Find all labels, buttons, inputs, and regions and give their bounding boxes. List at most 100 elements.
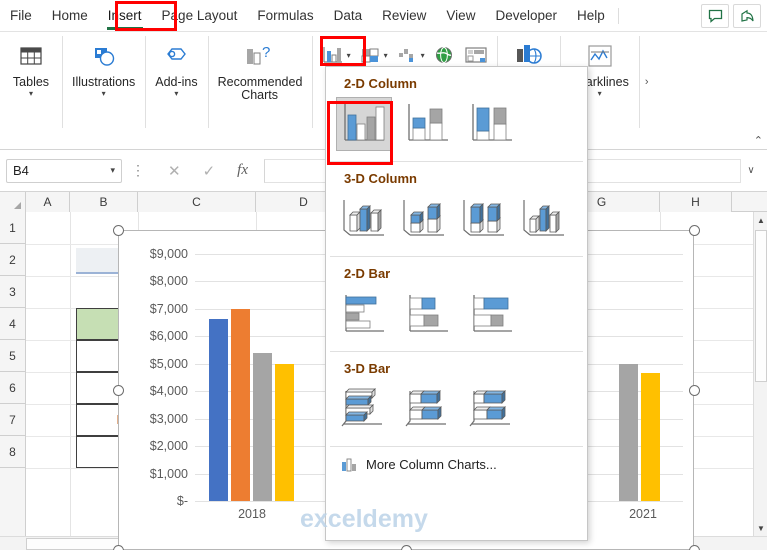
ribbon-group-addins: Add-ins ▾ (145, 32, 207, 144)
vertical-scrollbar[interactable]: ▲ ▼ (753, 212, 767, 536)
chevron-down-icon[interactable]: ▾ (29, 89, 33, 98)
share-icon[interactable] (733, 3, 761, 28)
vertical-scroll-thumb[interactable] (755, 230, 767, 382)
chevron-down-icon[interactable]: ▾ (384, 51, 388, 60)
column-header-b[interactable]: B (70, 192, 138, 212)
tables-button[interactable]: Tables ▾ (6, 36, 56, 101)
gallery-section-3d-column-title: 3-D Column (344, 171, 417, 186)
column-chart-icon (342, 458, 356, 472)
row-header-5[interactable]: 5 (0, 340, 25, 372)
insert-function-icon[interactable]: fx (237, 162, 248, 179)
charts-button-row: ▾ ▾ ▾ (318, 36, 491, 70)
waterfall-chart-icon (394, 43, 420, 67)
ribbon-group-illustrations: Illustrations ▾ (62, 32, 145, 144)
row-header-4[interactable]: 4 (0, 308, 25, 340)
ytick-6000: $6,000 (149, 329, 188, 344)
ytick-4000: $4,000 (149, 384, 188, 399)
pivotchart-icon (463, 43, 489, 67)
tabbar-divider (617, 7, 619, 24)
bar-2018-series3 (253, 352, 272, 501)
gallery-item-3d-100-stacked-column[interactable] (456, 192, 512, 246)
gallery-item-stacked-column[interactable] (400, 97, 456, 151)
tab-help[interactable]: Help (568, 2, 614, 30)
tab-formulas[interactable]: Formulas (248, 2, 322, 30)
tab-insert[interactable]: Insert (99, 2, 151, 30)
row-header-3[interactable]: 3 (0, 276, 25, 308)
illustrations-button[interactable]: Illustrations ▾ (68, 36, 139, 101)
gallery-section-2d-column-title: 2-D Column (344, 76, 417, 91)
gallery-item-3d-clustered-bar[interactable] (336, 382, 392, 436)
gallery-item-clustered-column[interactable] (336, 97, 392, 151)
chart-handle-ne[interactable] (689, 225, 700, 236)
ytick-1000: $1,000 (149, 466, 188, 481)
column-header-c[interactable]: C (138, 192, 256, 212)
illustrations-icon (87, 39, 121, 73)
chevron-down-icon[interactable]: ▾ (110, 165, 115, 176)
chevron-down-icon[interactable]: ▾ (598, 89, 602, 98)
cancel-icon[interactable]: ✕ (168, 162, 181, 180)
more-column-charts-label: More Column Charts... (366, 456, 497, 472)
tab-review[interactable]: Review (373, 2, 435, 30)
addins-icon (159, 39, 193, 73)
map-globe-icon (431, 43, 457, 67)
gallery-item-3d-stacked-column[interactable] (396, 192, 452, 246)
column-header-a[interactable]: A (26, 192, 70, 212)
gallery-item-100-stacked-column[interactable] (464, 97, 520, 151)
comment-icon[interactable] (701, 3, 729, 28)
chart-handle-nw[interactable] (113, 225, 124, 236)
row-header-1[interactable]: 1 (0, 212, 25, 244)
gallery-item-100-stacked-bar[interactable] (464, 287, 520, 341)
scroll-up-button[interactable]: ▲ (754, 212, 767, 228)
chart-handle-se[interactable] (689, 545, 700, 550)
bar-2018-series4 (275, 363, 294, 501)
column-header-h[interactable]: H (660, 192, 732, 212)
confirm-icon[interactable]: ✓ (203, 162, 216, 180)
ytick-9000: $9,000 (149, 247, 188, 262)
chevron-down-icon[interactable]: ▾ (174, 89, 178, 98)
name-box[interactable]: B4 ▾ (6, 158, 122, 183)
expand-formula-bar-icon[interactable]: ∨ (741, 165, 761, 176)
chevron-down-icon[interactable]: ▾ (421, 51, 425, 60)
collapse-ribbon-button[interactable]: ⌃ (754, 134, 763, 147)
chart-handle-sw[interactable] (113, 545, 124, 550)
row-header-2[interactable]: 2 (0, 244, 25, 276)
gallery-item-3d-column[interactable] (516, 192, 572, 246)
tab-data[interactable]: Data (325, 2, 372, 30)
chevron-down-icon[interactable]: ▾ (102, 89, 106, 98)
column-chart-gallery[interactable]: 2-D Column 3-D Column 2-D Bar 3-D Bar Mo… (325, 66, 588, 541)
gallery-item-stacked-bar[interactable] (400, 287, 456, 341)
bar-2018-series1 (209, 318, 228, 501)
tab-page-layout[interactable]: Page Layout (153, 2, 247, 30)
tab-file[interactable]: File (1, 2, 41, 30)
select-all-corner[interactable] (0, 192, 26, 212)
ytick-7000: $7,000 (149, 301, 188, 316)
ribbon-group-overflow[interactable]: › (638, 32, 655, 144)
gallery-item-3d-clustered-column[interactable] (336, 192, 392, 246)
row-header-6[interactable]: 6 (0, 372, 25, 404)
chart-handle-w[interactable] (113, 385, 124, 396)
overflow-chevron-icon[interactable]: › (645, 36, 649, 88)
tab-developer[interactable]: Developer (486, 2, 566, 30)
more-column-charts-item[interactable]: More Column Charts... (326, 447, 587, 481)
gallery-item-clustered-bar[interactable] (336, 287, 392, 341)
recommended-charts-button[interactable]: ? Recommended Charts (214, 36, 306, 105)
row-header-8[interactable]: 8 (0, 436, 25, 468)
gallery-item-3d-stacked-bar[interactable] (400, 382, 456, 436)
chart-handle-s[interactable] (401, 545, 412, 550)
addins-button[interactable]: Add-ins ▾ (151, 36, 201, 101)
gallery-section-2d-column (326, 97, 587, 161)
tables-label: Tables (12, 75, 50, 89)
chevron-down-icon[interactable]: ▾ (347, 51, 351, 60)
ytick-8000: $8,000 (149, 274, 188, 289)
gallery-item-3d-100-stacked-bar[interactable] (464, 382, 520, 436)
tab-home[interactable]: Home (43, 2, 97, 30)
formula-bar-actions: ✕ ✓ fx (154, 162, 262, 180)
tab-view[interactable]: View (437, 2, 484, 30)
ribbon-group-recommended-charts: ? Recommended Charts (207, 32, 312, 144)
bar-2021-series3 (619, 363, 638, 501)
scroll-down-button[interactable]: ▼ (754, 520, 767, 536)
ytick-5000: $5,000 (149, 356, 188, 371)
svg-text:?: ? (262, 44, 270, 61)
row-header-7[interactable]: 7 (0, 404, 25, 436)
chart-handle-e[interactable] (689, 385, 700, 396)
